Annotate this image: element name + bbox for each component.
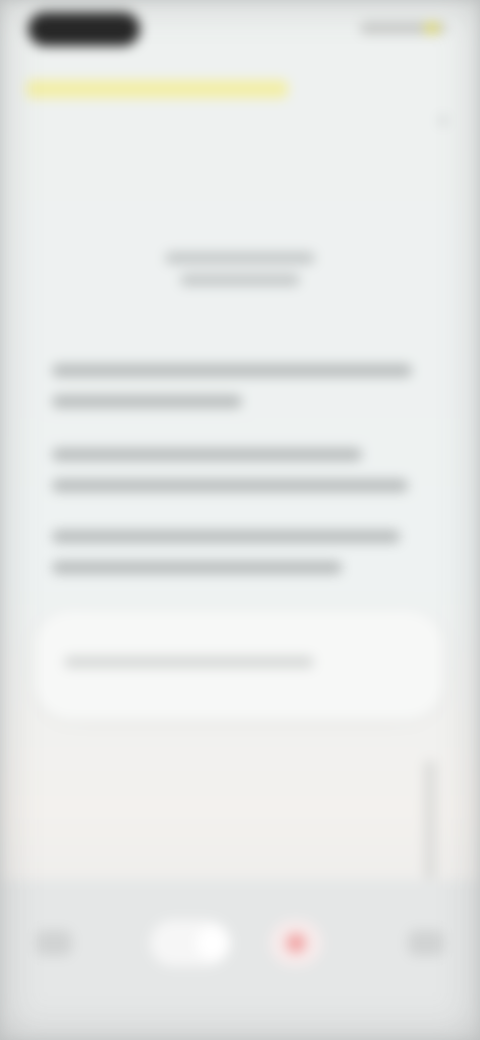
tip-paragraph-3: [52, 530, 420, 592]
text-line: [52, 530, 400, 543]
text-line: [52, 479, 408, 492]
text-line: [52, 395, 242, 408]
tip-paragraph-2: [52, 448, 420, 510]
title-line: [165, 252, 315, 264]
mode-toggle-button[interactable]: [150, 920, 230, 966]
bottom-toolbar: [0, 880, 480, 1040]
text-line: [52, 364, 412, 377]
record-button[interactable]: [270, 920, 322, 966]
status-pill: [28, 12, 140, 46]
status-icons: [360, 22, 446, 34]
blurred-screen: ×: [0, 0, 480, 1040]
input-card[interactable]: [34, 610, 444, 720]
tip-paragraph-1: [52, 364, 420, 426]
right-control-icon[interactable]: [408, 930, 444, 956]
text-line: [52, 448, 362, 461]
left-control-icon[interactable]: [36, 930, 72, 956]
close-icon[interactable]: ×: [432, 110, 454, 132]
battery-icon: [424, 23, 440, 33]
text-line: [52, 561, 342, 574]
scrollbar[interactable]: [424, 760, 436, 880]
card-placeholder-line: [64, 656, 314, 668]
highlight-banner: [26, 80, 288, 98]
title-placeholder: [160, 252, 320, 296]
subtitle-line: [180, 274, 300, 286]
